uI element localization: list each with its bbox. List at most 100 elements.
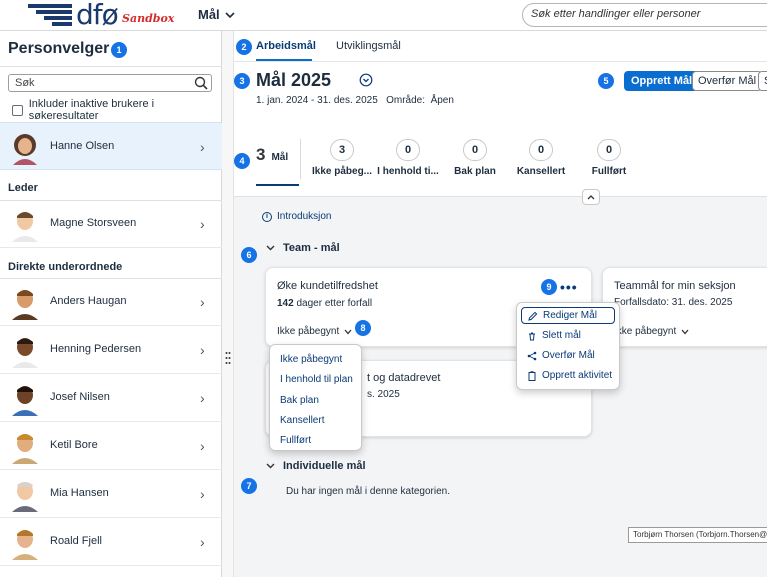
global-search-input[interactable]: Søk etter handlinger eller personer (522, 3, 767, 27)
annotation-badge: 8 (355, 320, 371, 336)
person-item-selected[interactable]: Hanne Olsen › (0, 122, 222, 170)
annotation-badge: 1 (111, 42, 127, 58)
person-name: Roald Fjell (50, 535, 102, 547)
chevron-down-icon (266, 463, 275, 469)
logo-text: dfø (76, 0, 119, 31)
person-item-leader[interactable]: Magne Storsveen › (0, 200, 222, 248)
kpi-label: I henhold ti... (377, 166, 439, 177)
avatar-icon (12, 212, 38, 242)
clipboard-icon (528, 370, 536, 381)
trash-icon (529, 332, 535, 340)
goal-header-panel: Arbeidsmål Utviklingsmål Mål 2025 1. jan… (234, 31, 767, 197)
edit-goal-action[interactable]: Rediger Mål (521, 307, 615, 324)
goal-card-title: t og datadrevet (367, 372, 441, 384)
create-goal-button[interactable]: Opprett Mål (624, 71, 700, 91)
drag-handle-icon[interactable] (225, 351, 231, 365)
overflow-button[interactable]: S (758, 71, 767, 91)
create-activity-label: Opprett aktivitet (542, 370, 613, 381)
dfo-logo[interactable]: dfø Sandbox (28, 0, 174, 31)
info-icon: i (262, 211, 272, 222)
status-dropdown-menu: Ikke påbegynt I henhold til plan Bak pla… (269, 344, 362, 451)
chevron-up-icon (587, 195, 595, 200)
search-icon[interactable] (193, 75, 209, 91)
person-item[interactable]: Henning Pedersen › (0, 326, 222, 374)
status-option-behind[interactable]: Bak plan (280, 395, 319, 406)
person-picker-sidebar: Personvelger Søk Inkluder inaktive bruke… (0, 31, 222, 577)
chevron-right-icon: › (200, 139, 205, 155)
chevron-right-icon: › (200, 216, 205, 232)
status-option-completed[interactable]: Fullført (280, 435, 311, 446)
annotation-badge: 9 (541, 279, 557, 295)
annotation-badge: 5 (598, 73, 614, 89)
avatar-icon (13, 134, 37, 165)
individual-goals-toggle[interactable]: Individuelle mål (266, 460, 366, 472)
avatar-icon (12, 386, 38, 416)
tab-utviklingsmal[interactable]: Utviklingsmål (336, 40, 401, 52)
person-name: Hanne Olsen (50, 140, 115, 152)
individual-goals-heading: Individuelle mål (283, 460, 366, 472)
status-option-on-track[interactable]: I henhold til plan (280, 374, 353, 385)
person-name: Anders Haugan (50, 295, 127, 307)
delete-goal-label: Slett mål (542, 330, 581, 341)
person-item[interactable]: Roald Fjell › (0, 518, 222, 566)
create-activity-action[interactable]: Opprett aktivitet (521, 367, 615, 384)
person-item[interactable]: Ketil Bore › (0, 422, 222, 470)
kpi-divider (300, 139, 301, 179)
more-options-button[interactable]: ••• (560, 279, 578, 295)
logo-bars-icon (28, 4, 76, 26)
team-goals-toggle[interactable]: Team - mål (266, 242, 340, 254)
chevron-down-circle-icon[interactable] (359, 73, 373, 87)
tab-arbeidsmal[interactable]: Arbeidsmål (256, 40, 316, 52)
kpi-total-goals[interactable]: 3 Mål (256, 145, 288, 165)
checkbox-box[interactable] (12, 104, 23, 116)
team-goals-heading: Team - mål (283, 242, 340, 254)
kpi-count: 0 (529, 139, 553, 161)
person-search-input[interactable]: Søk (8, 74, 212, 92)
user-tooltip: Torbjørn Thorsen (Torbjorn.Thorsen@dfo (628, 527, 767, 543)
share-icon (527, 351, 537, 360)
page-title: Mål 2025 (256, 70, 332, 90)
annotation-badge: 2 (236, 39, 252, 55)
introduction-link[interactable]: i Introduksjon (262, 211, 331, 222)
kpi-completed[interactable]: 0 Fullført (584, 139, 634, 177)
kpi-cancelled[interactable]: 0 Kansellert (516, 139, 566, 177)
goal-card-due: s. 2025 (367, 389, 400, 400)
status-dropdown[interactable]: Ikke påbegynt (614, 326, 689, 337)
person-item[interactable]: Josef Nilsen › (0, 374, 222, 422)
person-item[interactable]: Anders Haugan › (0, 278, 222, 326)
person-name: Magne Storsveen (50, 217, 137, 229)
chevron-right-icon: › (200, 390, 205, 406)
annotation-badge: 7 (241, 478, 257, 494)
kpi-label: Bak plan (454, 166, 496, 177)
status-dropdown[interactable]: Ikke påbegynt (277, 326, 352, 337)
leader-heading: Leder (8, 182, 38, 194)
kpi-active-indicator (256, 184, 299, 186)
kpi-on-track[interactable]: 0 I henhold ti... (376, 139, 440, 177)
chevron-right-icon: › (200, 342, 205, 358)
include-inactive-checkbox[interactable]: Inkluder inaktive brukere i søkeresultat… (12, 98, 221, 122)
app-header: dfø Sandbox Mål Søk etter handlinger ell… (0, 0, 767, 31)
goal-card[interactable]: Teammål for min seksjon Forfallsdato: 31… (602, 267, 767, 347)
delete-goal-action[interactable]: Slett mål (521, 327, 615, 344)
person-item[interactable]: Mia Hansen › (0, 470, 222, 518)
kpi-behind[interactable]: 0 Bak plan (450, 139, 500, 177)
transfer-goal-action[interactable]: Overfør Mål (521, 347, 615, 364)
status-value: Ikke påbegynt (277, 326, 340, 337)
status-value: Ikke påbegynt (614, 326, 677, 337)
transfer-goal-button[interactable]: Overfør Mål (692, 71, 763, 91)
status-option-not-started[interactable]: Ikke påbegynt (280, 354, 342, 365)
person-name: Ketil Bore (50, 439, 98, 451)
kpi-count: 0 (597, 139, 621, 161)
chevron-down-icon (344, 329, 352, 334)
pencil-icon (528, 311, 538, 321)
kpi-count: 0 (463, 139, 487, 161)
collapse-header-button[interactable] (582, 189, 600, 205)
nav-menu-button[interactable]: Mål (198, 7, 235, 22)
kpi-not-started[interactable]: 3 Ikke påbeg... (310, 139, 374, 177)
status-option-cancelled[interactable]: Kansellert (280, 415, 324, 426)
chevron-right-icon: › (200, 294, 205, 310)
kpi-label: Mål (271, 152, 289, 163)
sidebar-title: Personvelger (8, 40, 110, 57)
area-label: Område: (386, 95, 426, 106)
sidebar-splitter[interactable] (222, 31, 234, 577)
